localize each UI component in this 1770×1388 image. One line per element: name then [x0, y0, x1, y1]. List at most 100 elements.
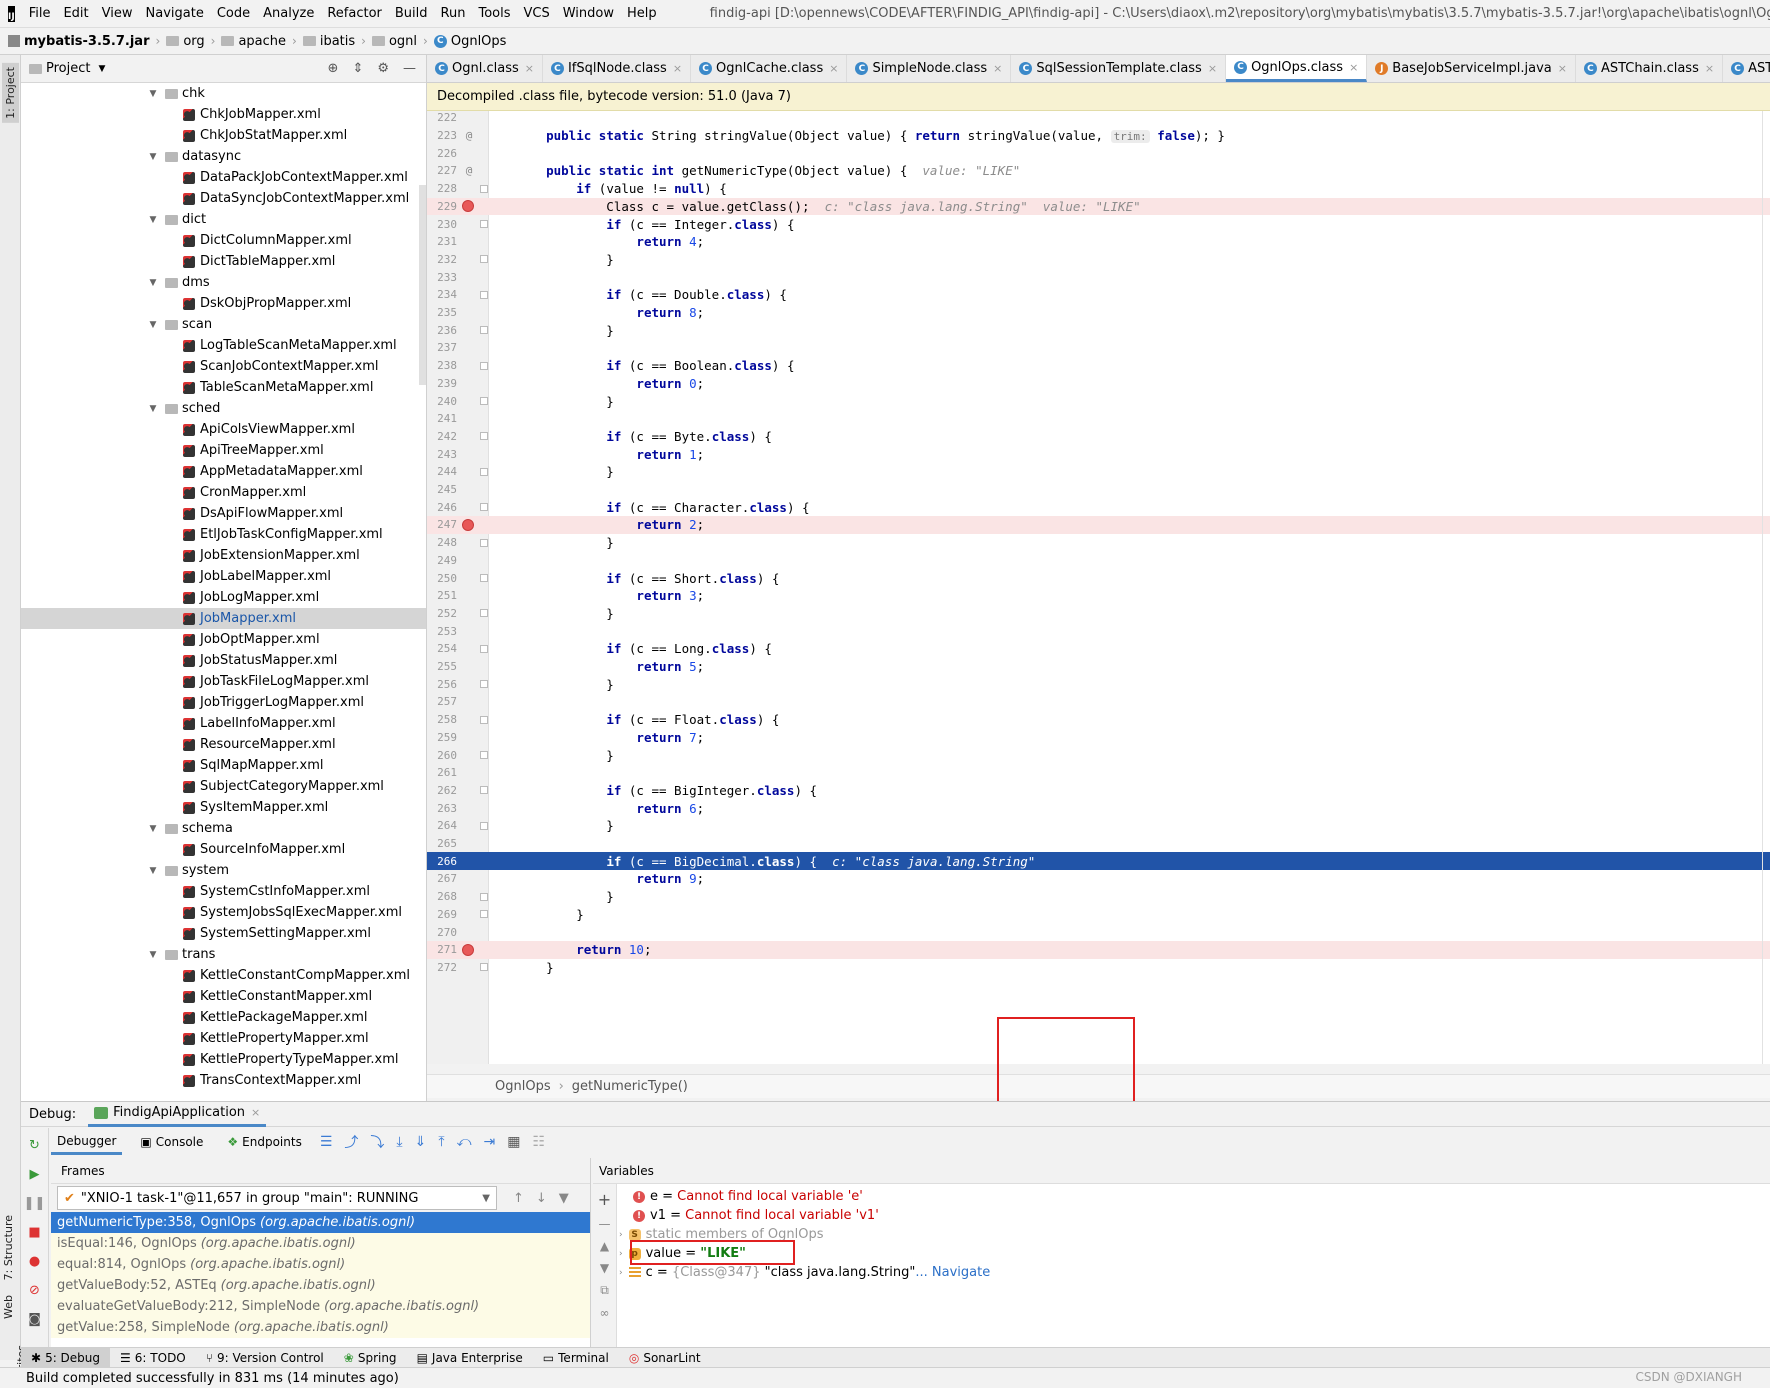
fold-marker-icon[interactable] — [480, 467, 488, 476]
resume-icon[interactable]: ▶ — [30, 1167, 40, 1182]
tree-file[interactable]: JobTaskFileLogMapper.xml — [21, 671, 426, 692]
var-e[interactable]: ! e = Cannot find local variable 'e' — [633, 1186, 863, 1207]
override-marker-icon[interactable]: @ — [463, 164, 475, 177]
chevron-down-icon[interactable]: ▼ — [147, 866, 159, 876]
tree-file[interactable]: ChkJobMapper.xml — [21, 104, 426, 125]
editor-tab[interactable]: C OgnlOps.class × — [1226, 55, 1368, 82]
fold-marker-icon[interactable] — [480, 290, 488, 299]
step-into-icon[interactable]: ⤓ — [396, 1134, 402, 1150]
code-line[interactable]: 261 — [427, 764, 1770, 782]
code-line[interactable]: 223 @ public static String stringValue(Ob… — [427, 127, 1770, 145]
tree-folder[interactable]: ▼ dms — [21, 272, 426, 293]
fold-marker-icon[interactable] — [480, 892, 488, 901]
chevron-right-icon[interactable]: › — [619, 1249, 623, 1259]
fold-marker-icon[interactable] — [480, 397, 488, 406]
fold-marker-icon[interactable] — [480, 910, 488, 919]
code-line[interactable]: 256 } — [427, 675, 1770, 693]
code-line[interactable]: 222 — [427, 111, 1770, 127]
tree-file[interactable]: TransContextMapper.xml — [21, 1070, 426, 1091]
mute-breakpoints-icon[interactable]: ⊘ — [29, 1283, 40, 1298]
tree-file[interactable]: KettlePackageMapper.xml — [21, 1007, 426, 1028]
crumb-ognlops[interactable]: OgnlOps — [495, 1079, 551, 1094]
code-line[interactable]: 263 return 6; — [427, 799, 1770, 817]
fold-marker-icon[interactable] — [480, 361, 488, 370]
fold-marker-icon[interactable] — [480, 751, 488, 760]
tree-folder[interactable]: ▼ trans — [21, 944, 426, 965]
locate-icon[interactable]: ⊕ — [328, 61, 339, 76]
project-tool-tab[interactable]: 1: Project — [2, 63, 19, 123]
close-icon[interactable]: × — [251, 1106, 260, 1119]
code-line[interactable]: 265 — [427, 835, 1770, 853]
code-line[interactable]: 248 } — [427, 534, 1770, 552]
stack-frame[interactable]: getValue:258, SimpleNode (org.apache.ibat… — [51, 1317, 590, 1338]
tree-file[interactable]: JobMapper.xml — [21, 608, 426, 629]
thread-select[interactable]: ✔ "XNIO-1 task-1"@11,657 in group "main"… — [57, 1186, 497, 1210]
close-icon[interactable]: × — [993, 62, 1002, 75]
menu-refactor[interactable]: Refactor — [327, 6, 382, 21]
code-line[interactable]: 268 } — [427, 888, 1770, 906]
minimize-icon[interactable]: — — [403, 61, 416, 76]
tree-file[interactable]: SubjectCategoryMapper.xml — [21, 776, 426, 797]
stop-icon[interactable]: ■ — [28, 1225, 40, 1240]
tree-folder[interactable]: ▼ scan — [21, 314, 426, 335]
code-line[interactable]: 267 return 9; — [427, 870, 1770, 888]
code-line[interactable]: 249 — [427, 552, 1770, 570]
fold-marker-icon[interactable] — [480, 220, 488, 229]
code-line[interactable]: 242 if (c == Byte.class) { — [427, 428, 1770, 446]
breakpoint-icon[interactable] — [462, 200, 474, 213]
fold-marker-icon[interactable] — [480, 609, 488, 618]
tree-folder[interactable]: ▼ chk — [21, 83, 426, 104]
code-line[interactable]: 229 Class c = value.getClass(); c: "clas… — [427, 197, 1770, 216]
menu-edit[interactable]: Edit — [63, 6, 88, 21]
move-up-icon[interactable]: ▲ — [600, 1239, 609, 1253]
code-line[interactable]: 260 } — [427, 746, 1770, 764]
structure-tool-tab[interactable]: 7: Structure — [2, 1215, 15, 1280]
tree-file[interactable]: DataSyncJobContextMapper.xml — [21, 188, 426, 209]
tree-file[interactable]: JobLogMapper.xml — [21, 587, 426, 608]
tree-file[interactable]: DictColumnMapper.xml — [21, 230, 426, 251]
editor-tab[interactable]: C ASTChain.class × — [1576, 55, 1724, 82]
menu-build[interactable]: Build — [395, 6, 428, 21]
code-line[interactable]: 251 return 3; — [427, 587, 1770, 605]
code-line[interactable]: 240 } — [427, 392, 1770, 410]
stack-frame[interactable]: equal:814, OgnlOps (org.apache.ibatis.ogn… — [51, 1254, 590, 1275]
fold-marker-icon[interactable] — [480, 255, 488, 264]
chevron-down-icon[interactable]: ▼ — [147, 404, 159, 414]
move-down-icon[interactable]: ▼ — [600, 1261, 609, 1275]
view-breakpoints-icon[interactable]: ● — [29, 1254, 40, 1269]
menu-analyze[interactable]: Analyze — [263, 6, 314, 21]
crumb-method[interactable]: getNumericType() — [572, 1079, 688, 1094]
var-c[interactable]: › c = {Class@347} "class java.lang.Strin… — [619, 1262, 990, 1283]
evaluate-icon[interactable]: ▦ — [507, 1134, 520, 1150]
force-step-into-icon[interactable]: ⇓ — [415, 1134, 427, 1150]
menu-vcs[interactable]: VCS — [524, 6, 550, 21]
menu-help[interactable]: Help — [627, 6, 657, 21]
code-line[interactable]: 271 return 10; — [427, 940, 1770, 959]
code-line[interactable]: 266 if (c == BigDecimal.class) { c: "cla… — [427, 852, 1770, 871]
code-line[interactable]: 231 return 4; — [427, 233, 1770, 251]
fold-marker-icon[interactable] — [480, 715, 488, 724]
code-line[interactable]: 230 if (c == Integer.class) { — [427, 215, 1770, 233]
crumb-jar[interactable]: mybatis-3.5.7.jar — [8, 34, 150, 49]
stack-frame[interactable]: evaluateGetValueBody:212, SimpleNode (org… — [51, 1296, 590, 1317]
chevron-right-icon[interactable]: › — [619, 1230, 623, 1240]
tree-file[interactable]: ChkJobStatMapper.xml — [21, 125, 426, 146]
menu-window[interactable]: Window — [563, 6, 614, 21]
add-watch-icon[interactable]: + — [598, 1190, 611, 1209]
drop-frame-icon[interactable]: ⤺ — [457, 1134, 472, 1150]
tree-file[interactable]: DskObjPropMapper.xml — [21, 293, 426, 314]
step-out-icon[interactable]: ⤒ — [438, 1134, 444, 1150]
fold-marker-icon[interactable] — [480, 644, 488, 653]
code-line[interactable]: 236 } — [427, 321, 1770, 339]
tab-debugger[interactable]: Debugger — [51, 1129, 123, 1155]
code-line[interactable]: 269 } — [427, 906, 1770, 924]
chevron-right-icon[interactable]: › — [619, 1268, 623, 1278]
tree-file[interactable]: DataPackJobContextMapper.xml — [21, 167, 426, 188]
chevron-down-icon[interactable]: ▼ — [482, 1193, 490, 1204]
code-line[interactable]: 252 } — [427, 605, 1770, 623]
breakpoint-icon[interactable] — [462, 518, 474, 531]
pause-icon[interactable]: ❚❚ — [24, 1196, 46, 1211]
tree-folder[interactable]: ▼ datasync — [21, 146, 426, 167]
code-line[interactable]: 246 if (c == Character.class) { — [427, 498, 1770, 516]
fold-marker-icon[interactable] — [480, 326, 488, 335]
